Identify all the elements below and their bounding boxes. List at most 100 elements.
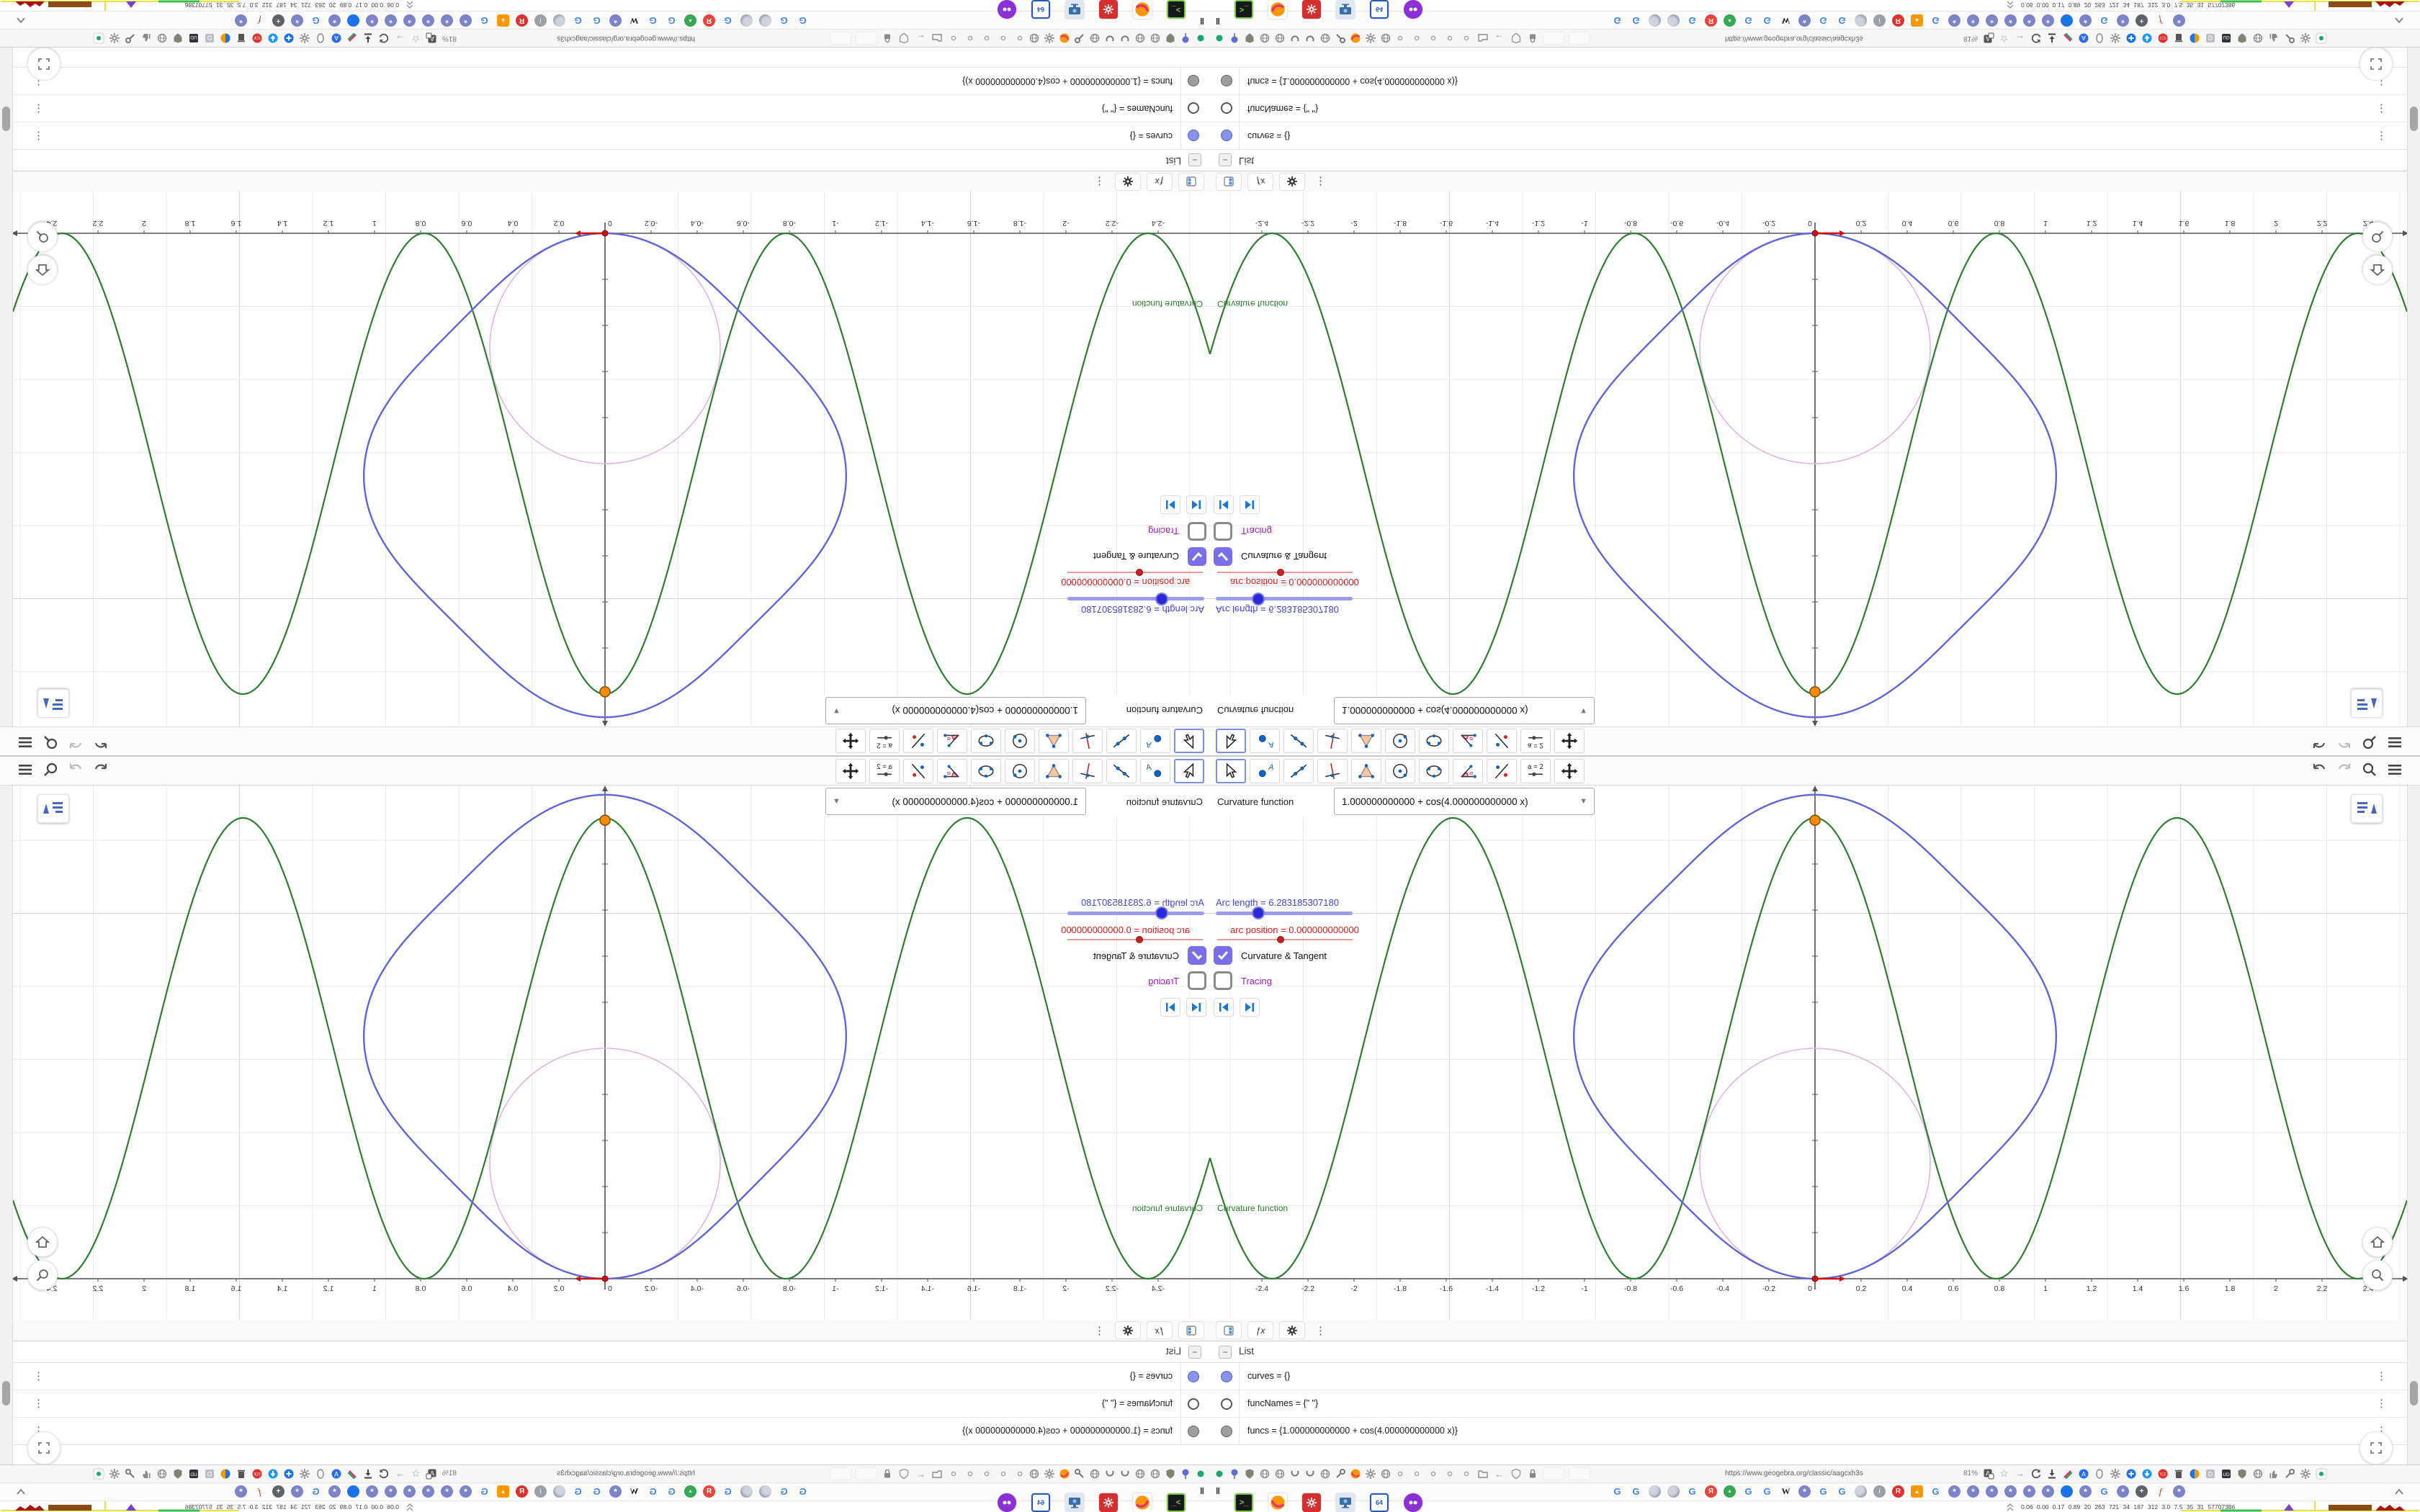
dot-icon[interactable] — [964, 32, 977, 45]
folder-icon[interactable] — [931, 32, 944, 45]
gear-icon[interactable] — [1044, 32, 1056, 45]
graphics-view[interactable]: -2.4 -2.2 -2 -1.8 -1.6 -1.4 -1.2 -1 -0.8 -0.6 -0.4… — [1210, 786, 2420, 1320]
back-arrow-icon[interactable]: ← — [1493, 32, 1505, 45]
dot-icon[interactable] — [948, 1468, 960, 1480]
bookmark-flake-icon[interactable]: * — [235, 1485, 247, 1498]
bookmark-flake-icon[interactable]: * — [609, 14, 622, 27]
dot-icon[interactable] — [1443, 1468, 1456, 1480]
arc-position-slider[interactable] — [1217, 569, 1353, 576]
algebra-row-curves[interactable]: curves = {} ⋮ — [13, 1363, 1210, 1390]
scrollbar-thumb[interactable] — [2410, 107, 2418, 131]
bookmark-gear-dark-icon[interactable]: + — [2136, 14, 2148, 27]
bookmark-google-g-icon[interactable]: G — [2098, 14, 2110, 27]
bookmark-flake-icon[interactable]: * — [2079, 14, 2092, 27]
bookmark-flake-icon[interactable]: * — [441, 14, 453, 27]
bookmark-google-g-icon[interactable]: G — [1742, 14, 1754, 27]
mouse-oval-icon[interactable] — [315, 1467, 327, 1480]
wrench-icon[interactable] — [2283, 1467, 2295, 1480]
search-button[interactable] — [2360, 733, 2379, 752]
tool-point-button[interactable]: A — [1140, 729, 1170, 753]
balloon-icon[interactable] — [1228, 32, 1240, 45]
algebra-row-curves[interactable]: curves = {} ⋮ — [1210, 122, 2407, 149]
row-menu-icon[interactable]: ⋮ — [33, 1369, 44, 1382]
folder-icon[interactable] — [931, 1468, 944, 1480]
chevron-up-icon[interactable] — [16, 12, 26, 25]
tool-slider-button[interactable]: a = 2 — [869, 729, 900, 753]
green-dot-icon[interactable] — [1195, 1467, 1207, 1480]
arc-position-point[interactable] — [1811, 1275, 1819, 1282]
tool-move-button[interactable] — [1216, 729, 1246, 753]
tool-move-graphics-view-button[interactable] — [1554, 729, 1585, 753]
gear-icon[interactable] — [299, 32, 311, 45]
visibility-toggle-curves[interactable] — [1221, 130, 1232, 141]
mouse-oval-icon[interactable] — [315, 32, 327, 45]
add-circle-icon[interactable] — [2125, 32, 2137, 45]
algebra-row-funcs[interactable]: funcs = {1.000000000000 + cos(4.00000000… — [1210, 67, 2407, 94]
down-circle-icon[interactable] — [2141, 1467, 2153, 1480]
page-scrollbar[interactable] — [0, 786, 13, 1464]
layout-icon[interactable] — [1178, 1321, 1204, 1339]
hook-icon[interactable] — [1289, 32, 1301, 45]
tool-polygon-button[interactable] — [1039, 759, 1069, 783]
bookmark-flake-icon[interactable]: * — [2173, 14, 2185, 27]
taskbar-terminal-icon[interactable]: >_ — [1167, 0, 1186, 19]
globe-icon[interactable] — [1273, 1467, 1286, 1480]
tracing-checkbox[interactable] — [1214, 971, 1232, 990]
globe-icon[interactable] — [156, 1467, 169, 1480]
bookmark-google-g-icon[interactable]: G — [572, 1485, 584, 1498]
tool-point-button[interactable]: A — [1250, 729, 1280, 753]
taskbar-firefox-icon[interactable] — [1268, 1493, 1287, 1512]
algebra-row-funcs[interactable]: funcs = {1.000000000000 + cos(4.00000000… — [1210, 1418, 2407, 1445]
green-dot-icon[interactable] — [1213, 1467, 1225, 1480]
globe-icon[interactable] — [2251, 32, 2264, 45]
arc-position-point[interactable] — [1811, 230, 1819, 237]
lock-icon[interactable] — [882, 32, 894, 45]
gear-icon[interactable] — [2299, 32, 2311, 45]
function-point[interactable] — [1809, 685, 1821, 698]
gear-icon[interactable] — [1364, 1467, 1376, 1480]
bookmark-google-g-icon[interactable]: G — [797, 14, 809, 27]
tool-slider-button[interactable]: a = 2 — [1520, 729, 1551, 753]
taskbar-terminal-icon[interactable]: >_ — [1234, 0, 1253, 19]
bookmark-flake-icon[interactable]: * — [609, 1485, 622, 1498]
redo-button[interactable] — [2335, 733, 2354, 752]
folder-icon[interactable] — [1476, 32, 1489, 45]
bookmark-orange-mountain-icon[interactable]: ▲ — [1911, 1485, 1923, 1498]
collapse-button[interactable]: − — [1188, 1346, 1201, 1359]
tracing-checkbox[interactable] — [1214, 522, 1232, 541]
bookmark-orange-mountain-icon[interactable]: ▲ — [497, 1485, 509, 1498]
tool-move-graphics-view-button[interactable] — [835, 729, 866, 753]
back-arrow-icon[interactable]: ← — [915, 32, 927, 45]
bookmark-info-icon[interactable]: i — [1873, 14, 1886, 27]
zoom-button[interactable] — [27, 1260, 58, 1290]
globe-icon[interactable] — [1319, 32, 1331, 45]
shield-outline-icon[interactable] — [898, 32, 910, 45]
visibility-toggle-funcnames[interactable] — [1188, 102, 1199, 114]
home-button[interactable] — [2362, 1227, 2393, 1257]
chevron-down-icon[interactable]: ▼ — [1579, 706, 1587, 715]
shield-icon[interactable] — [2236, 1467, 2248, 1480]
gear-icon[interactable] — [1364, 32, 1376, 45]
bookmark-sphere-icon[interactable] — [553, 14, 565, 27]
globe-icon[interactable] — [1134, 1467, 1147, 1480]
dot-icon[interactable] — [1014, 1468, 1026, 1480]
box-d-icon[interactable]: D — [204, 1467, 216, 1480]
forward-arrow-icon[interactable]: → — [394, 1467, 406, 1480]
tool-conic-five-points-button[interactable] — [971, 729, 1001, 753]
bookmark-google-g-icon[interactable]: G — [1686, 1485, 1698, 1498]
bookmark-flake-icon[interactable]: * — [1967, 14, 1979, 27]
bookmark-google-g-icon[interactable]: G — [1611, 1485, 1623, 1498]
url-text[interactable]: https://www.geogebra.org/classic/aagcxh3… — [1725, 1470, 1863, 1477]
globe-color-icon[interactable] — [220, 32, 232, 45]
chevron-up-icon[interactable] — [16, 1487, 26, 1500]
reload-icon[interactable] — [378, 1467, 390, 1480]
translate-icon[interactable]: A — [1982, 1467, 1994, 1480]
green-dot-panel-icon[interactable] — [93, 1467, 105, 1480]
tool-move-graphics-view-button[interactable] — [1554, 759, 1585, 783]
box-ud-icon[interactable]: UD — [188, 32, 200, 45]
bookmark-google-g-icon[interactable]: G — [1742, 1485, 1754, 1498]
bookmark-google-g-icon[interactable]: G — [666, 1485, 678, 1498]
bookmark-yandex-icon[interactable]: Я — [1705, 14, 1717, 27]
bookmark-sphere-icon[interactable] — [1667, 1485, 1680, 1498]
wrench-icon[interactable] — [1074, 32, 1086, 45]
